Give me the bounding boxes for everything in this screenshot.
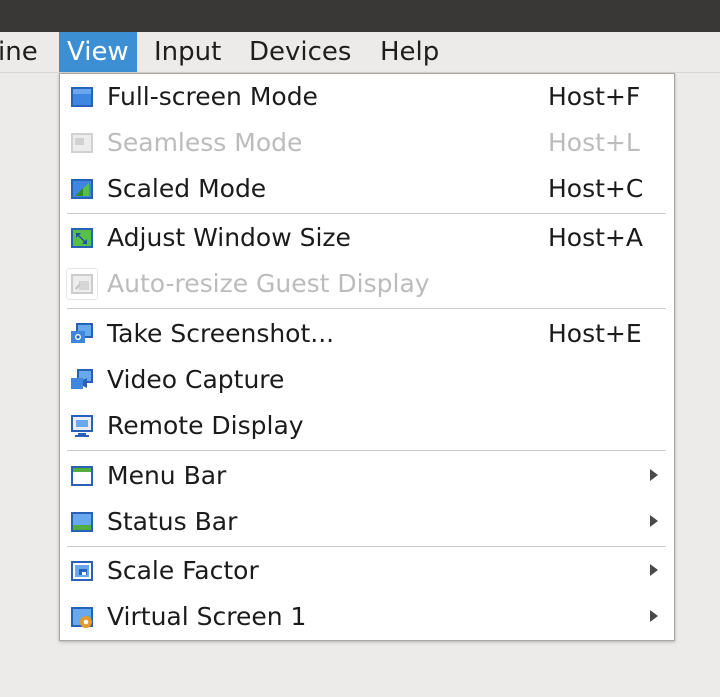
fullscreen-icon — [70, 85, 94, 109]
submenu-arrow-icon — [650, 610, 658, 622]
submenu-arrow-icon — [650, 515, 658, 527]
menu-item-menu-bar[interactable]: Menu Bar — [60, 454, 674, 498]
adjust-window-icon — [70, 226, 94, 250]
menu-item-status-bar[interactable]: Status Bar — [60, 500, 674, 544]
menubar-item-view[interactable]: View — [59, 32, 137, 72]
screenshot-icon — [70, 322, 94, 346]
scaled-mode-icon — [70, 177, 94, 201]
menu-item-take-screenshot[interactable]: Take Screenshot... Host+E — [60, 312, 674, 356]
scale-factor-icon — [70, 559, 94, 583]
menu-separator — [67, 546, 666, 547]
menu-item-shortcut: Host+E — [548, 319, 642, 348]
menu-item-shortcut: Host+C — [548, 174, 644, 203]
remote-display-icon — [70, 414, 94, 438]
menu-item-label: Virtual Screen 1 — [107, 602, 307, 631]
menu-item-label: Adjust Window Size — [107, 223, 351, 252]
window-titlebar — [0, 0, 720, 32]
seamless-icon — [70, 131, 94, 155]
menu-item-auto-resize-guest-display[interactable]: Auto-resize Guest Display — [60, 262, 674, 306]
submenu-arrow-icon — [650, 469, 658, 481]
virtual-screen-icon — [70, 605, 94, 629]
menu-item-seamless-mode[interactable]: Seamless Mode Host+L — [60, 121, 674, 165]
menu-item-label: Full-screen Mode — [107, 82, 318, 111]
menu-item-label: Remote Display — [107, 411, 304, 440]
auto-resize-icon — [66, 268, 98, 300]
menu-item-shortcut: Host+L — [548, 128, 640, 157]
menu-item-label: Take Screenshot... — [107, 319, 335, 348]
menu-separator — [67, 308, 666, 309]
view-menu-dropdown: Full-screen Mode Host+F Seamless Mode Ho… — [59, 73, 675, 641]
menubar-item-machine[interactable]: ine — [0, 32, 38, 72]
menu-item-label: Seamless Mode — [107, 128, 303, 157]
menu-item-remote-display[interactable]: Remote Display — [60, 404, 674, 448]
menu-bar-icon — [70, 464, 94, 488]
menu-item-scaled-mode[interactable]: Scaled Mode Host+C — [60, 167, 674, 211]
menu-item-label: Auto-resize Guest Display — [107, 269, 430, 298]
menu-item-fullscreen-mode[interactable]: Full-screen Mode Host+F — [60, 75, 674, 119]
menu-item-adjust-window-size[interactable]: Adjust Window Size Host+A — [60, 216, 674, 260]
menu-item-label: Scale Factor — [107, 556, 259, 585]
menu-item-virtual-screen-1[interactable]: Virtual Screen 1 — [60, 595, 674, 639]
submenu-arrow-icon — [650, 564, 658, 576]
menu-item-shortcut: Host+F — [548, 82, 641, 111]
status-bar-icon — [70, 510, 94, 534]
menu-item-label: Scaled Mode — [107, 174, 267, 203]
menu-item-video-capture[interactable]: Video Capture — [60, 358, 674, 402]
menubar-item-devices[interactable]: Devices — [249, 32, 351, 72]
menu-item-scale-factor[interactable]: Scale Factor — [60, 549, 674, 593]
menubar-item-input[interactable]: Input — [154, 32, 221, 72]
menu-item-label: Menu Bar — [107, 461, 227, 490]
menubar-item-help[interactable]: Help — [380, 32, 439, 72]
menu-item-shortcut: Host+A — [548, 223, 643, 252]
menu-separator — [67, 213, 666, 214]
menu-item-label: Video Capture — [107, 365, 285, 394]
video-capture-icon — [70, 368, 94, 392]
menu-item-label: Status Bar — [107, 507, 238, 536]
menu-bar: ine View Input Devices Help — [0, 32, 720, 73]
menu-separator — [67, 450, 666, 451]
